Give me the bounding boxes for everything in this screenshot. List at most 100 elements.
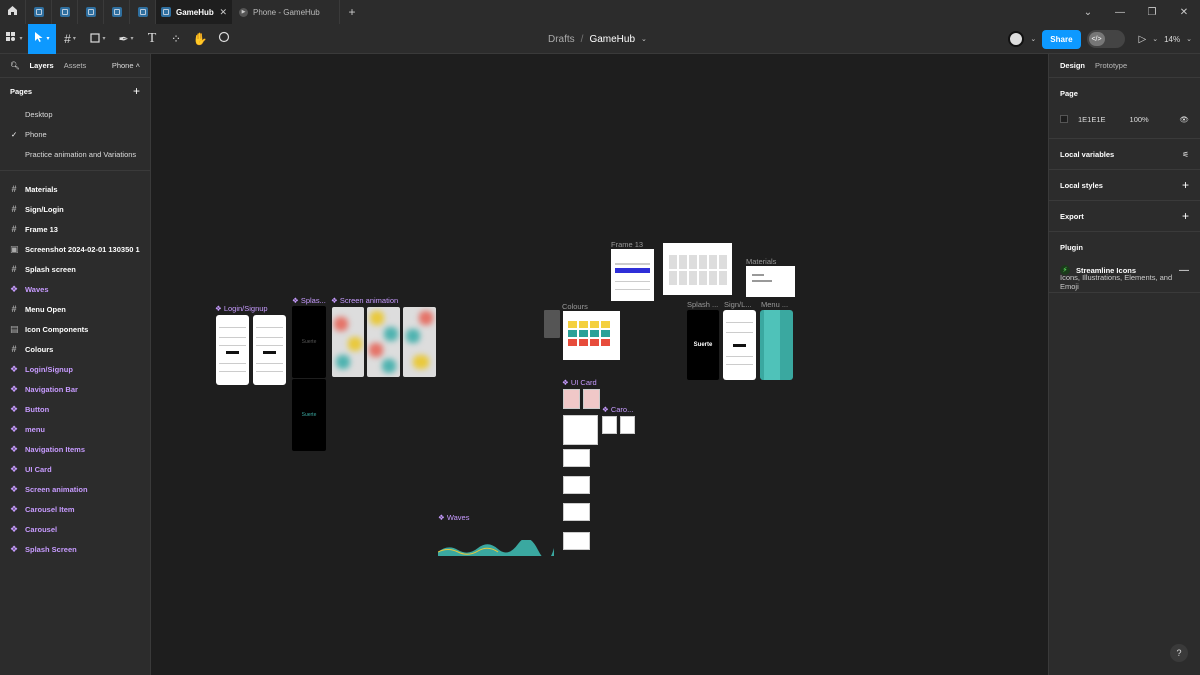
- layer-item[interactable]: ❖ UI Card: [0, 459, 150, 479]
- file-name[interactable]: GameHub: [589, 34, 635, 45]
- carousel-frame[interactable]: [563, 449, 590, 467]
- main-menu-button[interactable]: ▾: [0, 24, 28, 54]
- eye-icon[interactable]: 👁︎: [1179, 115, 1189, 124]
- page-selector[interactable]: Phone ˄: [112, 61, 140, 70]
- animation-frame-2[interactable]: [367, 307, 400, 377]
- text-tool[interactable]: T: [140, 24, 164, 54]
- ui-card[interactable]: [583, 389, 600, 409]
- present-icon[interactable]: ▷: [1139, 34, 1147, 45]
- layer-item[interactable]: ❖ Navigation Items: [0, 439, 150, 459]
- materials-frame[interactable]: [746, 266, 795, 297]
- splash-screen-frame[interactable]: Suerte: [687, 310, 719, 380]
- frame-label-splash-screen[interactable]: Splash ...: [687, 300, 718, 309]
- tab-assets[interactable]: Assets: [64, 61, 87, 70]
- new-tab-button[interactable]: +: [340, 0, 364, 24]
- chevron-down-icon[interactable]: ⌄: [1186, 35, 1192, 43]
- dev-mode-toggle[interactable]: </>: [1086, 30, 1125, 48]
- layer-item[interactable]: ▤ Icon Components: [0, 319, 150, 339]
- local-variables-row[interactable]: Local variables ⚟: [1060, 139, 1189, 169]
- colours-frame[interactable]: [563, 311, 620, 360]
- chevron-down-icon[interactable]: ⌄: [1152, 35, 1158, 43]
- frame-tool[interactable]: # ▾: [56, 24, 84, 54]
- carousel-item[interactable]: [620, 416, 635, 434]
- splash-frame-2[interactable]: Suerte: [292, 379, 326, 451]
- waves-graphic[interactable]: [438, 540, 554, 556]
- carousel-frame[interactable]: [563, 503, 590, 521]
- frame13-frame[interactable]: [611, 249, 654, 301]
- share-button[interactable]: Share: [1042, 29, 1081, 49]
- minimize-icon[interactable]: —: [1104, 7, 1136, 18]
- tab-prototype[interactable]: Prototype: [1095, 61, 1127, 70]
- layer-item[interactable]: ❖ menu: [0, 419, 150, 439]
- chevron-down-icon[interactable]: ⌄: [1030, 35, 1036, 43]
- tab-layers[interactable]: Layers: [30, 61, 54, 70]
- plus-icon[interactable]: +: [1182, 178, 1189, 192]
- home-tab[interactable]: [0, 0, 26, 24]
- layer-item[interactable]: # Menu Open: [0, 299, 150, 319]
- layer-item[interactable]: ❖ Button: [0, 399, 150, 419]
- screenshot-frame[interactable]: [663, 243, 732, 295]
- frame-label-screen-animation[interactable]: ❖ Screen animation: [331, 296, 398, 305]
- file-tab[interactable]: [104, 0, 130, 24]
- animation-frame-3[interactable]: [403, 307, 436, 377]
- navigation-frame[interactable]: [563, 415, 598, 445]
- pen-tool[interactable]: ✒ ▾: [112, 24, 140, 54]
- ui-card[interactable]: [563, 389, 580, 409]
- tab-prototype-view[interactable]: ▶ Phone - GameHub: [232, 0, 340, 24]
- avatar[interactable]: [1008, 31, 1025, 47]
- resources-tool[interactable]: ⁘: [164, 24, 188, 54]
- export-row[interactable]: Export +: [1060, 201, 1189, 231]
- animation-frame-1[interactable]: [332, 307, 364, 377]
- carousel-frame[interactable]: [563, 532, 590, 550]
- search-icon[interactable]: 🔍︎: [10, 61, 20, 70]
- page-color-value[interactable]: 1E1E1E: [1078, 115, 1106, 124]
- page-item[interactable]: Desktop: [0, 104, 150, 124]
- file-tab[interactable]: [52, 0, 78, 24]
- carousel-frame[interactable]: [563, 476, 590, 494]
- frame-label-waves[interactable]: ❖ Waves: [438, 513, 469, 522]
- shape-tool[interactable]: ▾: [84, 24, 112, 54]
- page-opacity-value[interactable]: 100%: [1130, 115, 1149, 124]
- frame-label-splash[interactable]: ❖ Splas...: [292, 296, 326, 305]
- file-tab[interactable]: [78, 0, 104, 24]
- carousel-item[interactable]: [602, 416, 617, 434]
- page-color-row[interactable]: 1E1E1E 100% 👁︎: [1060, 108, 1189, 130]
- layer-item[interactable]: # Splash screen: [0, 259, 150, 279]
- layer-item[interactable]: ▣ Screenshot 2024-02-01 130350 1: [0, 239, 150, 259]
- frame-label-ui-card[interactable]: ❖ UI Card: [562, 378, 597, 387]
- layer-item[interactable]: ❖ Screen animation: [0, 479, 150, 499]
- layer-item[interactable]: # Frame 13: [0, 219, 150, 239]
- layer-item[interactable]: # Colours: [0, 339, 150, 359]
- file-tab[interactable]: [26, 0, 52, 24]
- sliders-icon[interactable]: ⚟: [1182, 150, 1189, 159]
- login-phone-frame[interactable]: [216, 315, 249, 385]
- chevron-down-icon[interactable]: ⌄: [641, 35, 647, 43]
- layer-item[interactable]: ❖ Carousel Item: [0, 499, 150, 519]
- add-page-icon[interactable]: +: [133, 84, 140, 98]
- page-item[interactable]: Practice animation and Variations: [0, 144, 150, 164]
- breadcrumb-drafts[interactable]: Drafts: [548, 34, 575, 45]
- frame-label-frame13[interactable]: Frame 13: [611, 240, 643, 249]
- chevron-down-icon[interactable]: ⌄: [1072, 7, 1104, 18]
- layer-item[interactable]: ❖ Navigation Bar: [0, 379, 150, 399]
- layer-item[interactable]: ❖ Login/Signup: [0, 359, 150, 379]
- frame-label-sign-login[interactable]: Sign/L...: [724, 300, 752, 309]
- frame-label-materials[interactable]: Materials: [746, 257, 776, 266]
- icon-components-frame[interactable]: [544, 310, 560, 338]
- file-tab[interactable]: [130, 0, 156, 24]
- layer-item[interactable]: # Sign/Login: [0, 199, 150, 219]
- zoom-level[interactable]: 14%: [1164, 35, 1180, 44]
- layer-item[interactable]: ❖ Waves: [0, 279, 150, 299]
- help-button[interactable]: ?: [1170, 644, 1188, 662]
- plus-icon[interactable]: +: [1182, 209, 1189, 223]
- layer-item[interactable]: ❖ Splash Screen: [0, 539, 150, 559]
- layer-item[interactable]: ❖ Carousel: [0, 519, 150, 539]
- tab-gamehub[interactable]: GameHub ✕: [156, 0, 232, 24]
- frame-label-menu-open[interactable]: Menu ...: [761, 300, 788, 309]
- layer-item[interactable]: # Materials: [0, 179, 150, 199]
- frame-label-carousel[interactable]: ❖ Caro...: [602, 405, 633, 414]
- frame-label-colours[interactable]: Colours: [562, 302, 588, 311]
- close-window-icon[interactable]: ✕: [1168, 7, 1200, 18]
- menu-open-frame[interactable]: [760, 310, 793, 380]
- sign-login-frame[interactable]: [723, 310, 756, 380]
